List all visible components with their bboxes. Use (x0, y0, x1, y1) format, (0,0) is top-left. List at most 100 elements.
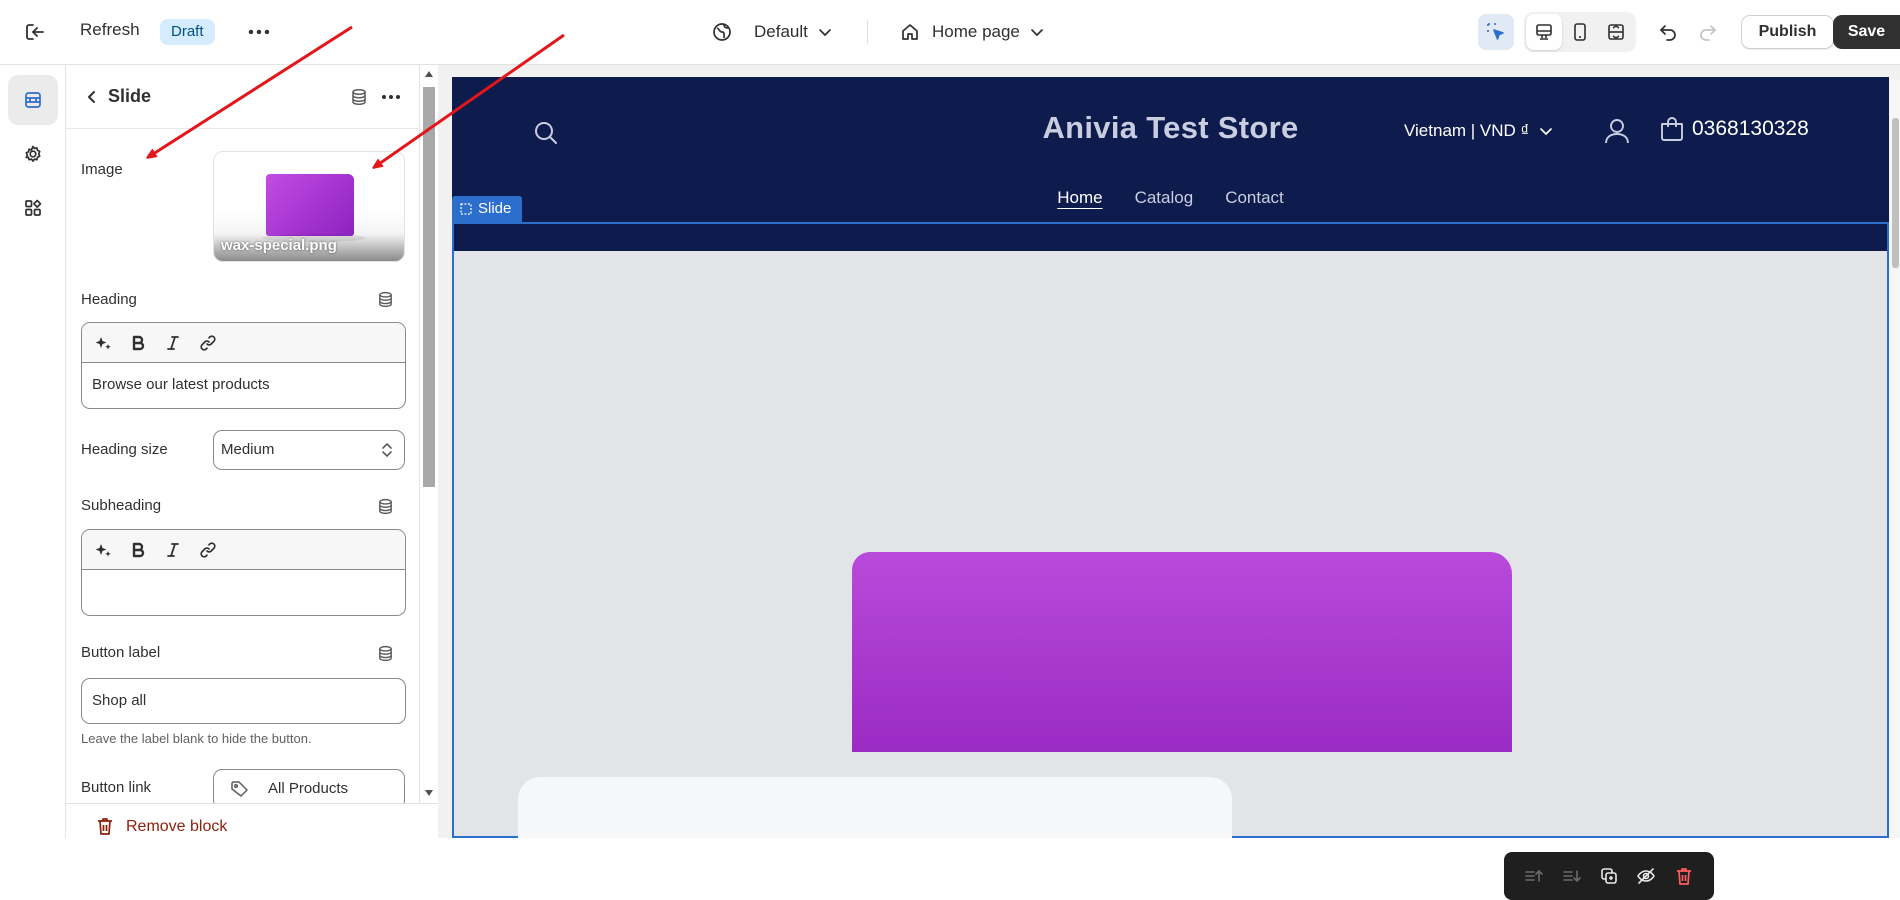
chevron-down-icon (818, 27, 832, 37)
mobile-icon[interactable] (1562, 14, 1598, 50)
store-preview: Anivia Test Store Vietnam | VND ₫ 036813… (438, 65, 1900, 900)
theme-selector-label: Default (754, 22, 808, 41)
store-nav: Home Catalog Contact (452, 188, 1889, 208)
italic-icon[interactable] (162, 539, 184, 561)
remove-block-bar: Remove block (66, 803, 438, 838)
rte-toolbar (82, 530, 405, 570)
dynamic-source-icon[interactable] (374, 288, 396, 310)
scroll-up-icon[interactable] (425, 71, 433, 77)
duplicate-icon[interactable] (1594, 861, 1624, 891)
hide-icon[interactable] (1631, 861, 1661, 891)
status-badge: Draft (160, 19, 215, 45)
publish-button[interactable]: Publish (1741, 15, 1834, 49)
preview-scrollbar[interactable] (1890, 80, 1900, 838)
slide-content-card (518, 777, 1232, 838)
preview-frame: Anivia Test Store Vietnam | VND ₫ 036813… (452, 77, 1889, 838)
ai-sparkle-icon[interactable] (92, 332, 114, 354)
nav-link-contact[interactable]: Contact (1225, 188, 1284, 208)
cart-icon (1658, 115, 1686, 143)
sections-icon[interactable] (8, 75, 58, 125)
toolbar-divider (867, 20, 868, 44)
dynamic-source-icon[interactable] (374, 495, 396, 517)
country-selector[interactable]: Vietnam | VND ₫ (1404, 121, 1553, 141)
image-label: Image (81, 161, 123, 178)
country-selector-label: Vietnam | VND ₫ (1404, 121, 1530, 140)
subheading-input[interactable] (82, 570, 405, 615)
chevron-down-icon (1539, 126, 1553, 136)
chevron-down-icon (1030, 27, 1044, 37)
rte-toolbar (82, 323, 405, 363)
heading-size-value: Medium (221, 441, 275, 458)
panel-header: Slide (66, 65, 419, 129)
tag-icon (230, 780, 250, 798)
trash-icon (96, 816, 114, 836)
bold-icon[interactable] (127, 332, 149, 354)
button-label-input[interactable]: Shop all (81, 678, 406, 724)
scroll-thumb[interactable] (423, 87, 435, 487)
button-label-label: Button label (81, 644, 161, 661)
home-icon (900, 22, 920, 42)
scroll-down-icon[interactable] (425, 790, 433, 796)
back-chevron-icon[interactable] (80, 85, 104, 109)
redo-icon[interactable] (1690, 14, 1726, 50)
cart-button[interactable]: 0368130328 (1658, 115, 1809, 143)
link-icon[interactable] (197, 332, 219, 354)
cart-phone: 0368130328 (1692, 117, 1809, 140)
heading-input[interactable]: Browse our latest products (82, 363, 405, 408)
top-bar: Refresh Draft Default Home page Publish … (0, 0, 1900, 65)
undo-icon[interactable] (1650, 14, 1686, 50)
more-actions-icon[interactable] (377, 85, 405, 109)
button-link-value: All Products (268, 780, 349, 797)
move-down-icon[interactable] (1557, 861, 1587, 891)
panel-title: Slide (108, 86, 152, 106)
exit-icon[interactable] (22, 21, 48, 43)
account-icon[interactable] (1602, 116, 1632, 146)
dynamic-source-icon[interactable] (347, 85, 371, 109)
selected-block-tag[interactable]: Slide (452, 196, 523, 222)
page-selector-label: Home page (932, 22, 1020, 41)
selected-block-label: Slide (478, 200, 512, 217)
subheading-label: Subheading (81, 497, 162, 514)
nav-link-catalog[interactable]: Catalog (1135, 188, 1194, 208)
bold-icon[interactable] (127, 539, 149, 561)
block-actions-toolbar (1504, 852, 1714, 900)
inspector-select-icon[interactable] (1478, 14, 1514, 50)
page-selector[interactable]: Home page (900, 17, 1044, 47)
image-filename: wax-special.png (221, 237, 337, 254)
dynamic-source-icon[interactable] (374, 642, 396, 664)
device-toggle (1524, 12, 1636, 52)
select-arrows-icon (380, 441, 394, 459)
fullscreen-icon[interactable] (1598, 14, 1634, 50)
link-icon[interactable] (197, 539, 219, 561)
button-label-hint: Leave the label blank to hide the button… (81, 731, 312, 746)
ai-sparkle-icon[interactable] (92, 539, 114, 561)
slide-image-wax-bar (852, 552, 1512, 752)
theme-name: Refresh (80, 20, 140, 39)
nav-link-home[interactable]: Home (1057, 188, 1102, 208)
italic-icon[interactable] (162, 332, 184, 354)
panel-scrollbar[interactable] (420, 65, 438, 803)
subheading-editor (81, 529, 406, 616)
more-actions-icon[interactable] (244, 20, 274, 44)
slide-top-band (454, 224, 1887, 251)
heading-editor: Browse our latest products (81, 322, 406, 409)
settings-icon[interactable] (8, 129, 58, 179)
heading-size-select[interactable]: Medium (213, 430, 405, 470)
image-thumbnail (266, 174, 354, 236)
heading-size-label: Heading size (81, 441, 168, 458)
block-settings-panel: Slide Image wax-special.png Heading Brow… (66, 65, 420, 838)
preview-scroll-thumb[interactable] (1892, 118, 1899, 268)
remove-block-button[interactable]: Remove block (126, 818, 227, 836)
theme-selector[interactable]: Default (712, 17, 832, 47)
image-picker[interactable]: wax-special.png (213, 151, 405, 262)
block-frame-icon (460, 203, 472, 215)
apps-icon[interactable] (8, 183, 58, 233)
delete-icon[interactable] (1669, 861, 1699, 891)
preview-tools (1478, 12, 1726, 52)
move-up-icon[interactable] (1519, 861, 1549, 891)
save-button[interactable]: Save (1833, 15, 1900, 49)
heading-label: Heading (81, 291, 137, 308)
globe-icon (712, 22, 732, 42)
desktop-icon[interactable] (1526, 14, 1562, 50)
sidebar-rail (0, 65, 66, 838)
